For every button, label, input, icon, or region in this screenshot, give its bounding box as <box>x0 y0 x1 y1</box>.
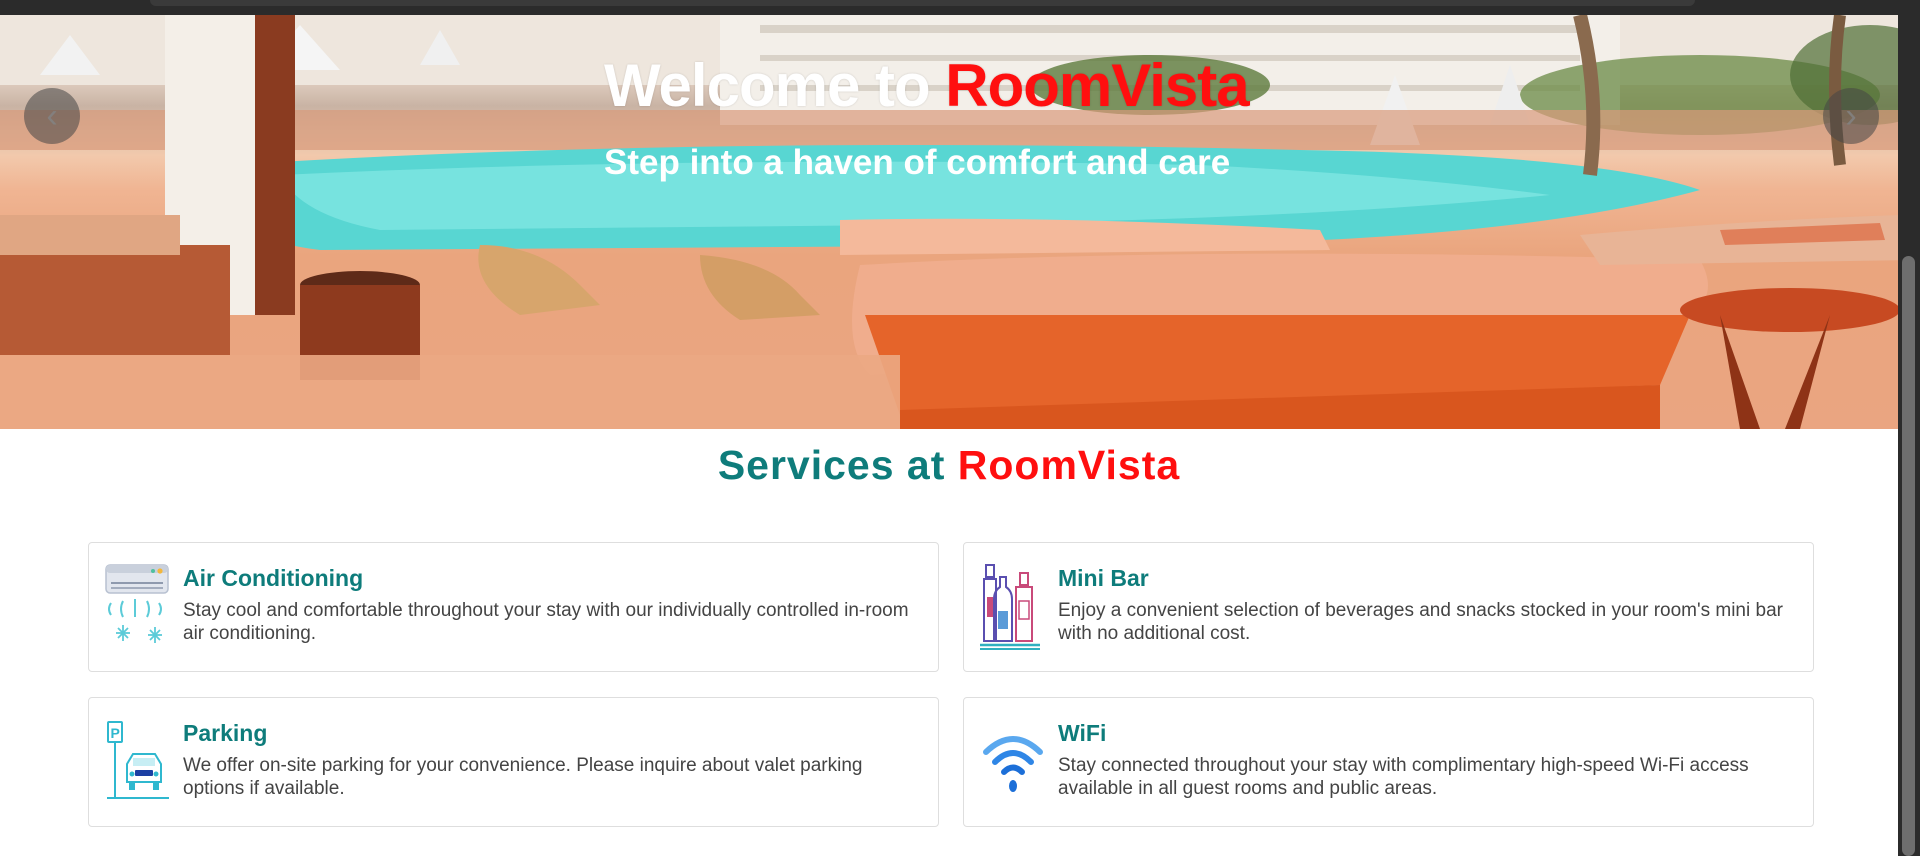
chevron-left-icon: ‹ <box>46 97 58 135</box>
service-description: We offer on-site parking for your conven… <box>183 755 863 799</box>
service-description: Stay cool and comfortable throughout you… <box>183 600 909 644</box>
service-card-parking: P Parking We offer on-site parking for y… <box>88 697 939 827</box>
service-title: Mini Bar <box>1058 565 1149 591</box>
service-title: Parking <box>183 720 268 746</box>
wifi-icon <box>980 716 1046 806</box>
page: Welcome to RoomVista Step into a haven o… <box>0 0 1920 856</box>
air-conditioner-icon <box>105 561 171 651</box>
carousel-prev-button[interactable]: ‹ <box>24 88 80 144</box>
hero-title-prefix: Welcome to <box>604 52 946 119</box>
hero-carousel: Welcome to RoomVista Step into a haven o… <box>0 15 1920 429</box>
service-card-wifi: WiFi Stay connected throughout your stay… <box>963 697 1814 827</box>
service-description: Enjoy a convenient selection of beverage… <box>1058 600 1783 644</box>
service-card-mini-bar: Mini Bar Enjoy a convenient selection of… <box>963 542 1814 672</box>
browser-top-strip <box>0 0 1920 15</box>
scrollbar-thumb[interactable] <box>1902 256 1915 856</box>
mini-bar-bottles-icon <box>980 561 1046 651</box>
services-heading-brand: RoomVista <box>957 442 1181 488</box>
parking-car-icon: P <box>105 716 171 806</box>
service-card-air-conditioning: Air Conditioning Stay cool and comfortab… <box>88 542 939 672</box>
carousel-next-button[interactable]: › <box>1823 88 1879 144</box>
hero-title: Welcome to RoomVista <box>604 51 1250 120</box>
chevron-right-icon: › <box>1845 97 1857 135</box>
hero-subtitle: Step into a haven of comfort and care <box>604 143 1231 182</box>
service-title: Air Conditioning <box>183 565 364 591</box>
service-description: Stay connected throughout your stay with… <box>1058 755 1749 799</box>
svg-text:P: P <box>111 725 120 741</box>
browser-notch <box>150 0 1695 6</box>
services-heading: Services at RoomVista <box>0 442 1898 489</box>
hero-title-brand: RoomVista <box>945 52 1249 119</box>
service-title: WiFi <box>1058 720 1107 746</box>
services-heading-prefix: Services at <box>717 442 958 488</box>
